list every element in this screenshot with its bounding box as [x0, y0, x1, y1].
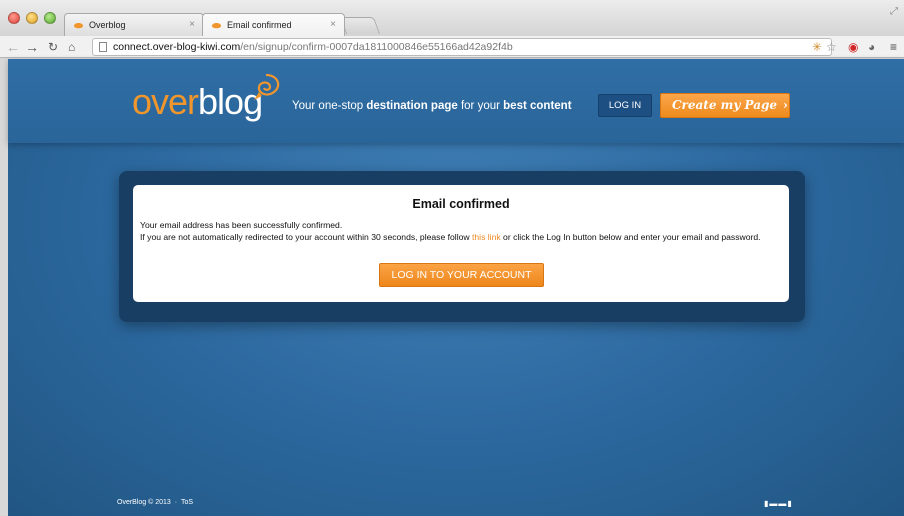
browser-titlebar: Overblog × Email confirmed × ⤢ — [0, 0, 904, 36]
url-host: connect.over-blog-kiwi.com — [113, 41, 241, 53]
redirect-link[interactable]: this link — [472, 232, 501, 242]
footer-separator: · — [174, 499, 178, 506]
create-my-page-button[interactable]: Create my Page › — [660, 93, 790, 118]
theme-swatch-icon[interactable]: ▮▬▬▮ — [764, 499, 793, 508]
confirmation-line-2b: or click the Log In button below and ent… — [500, 231, 761, 242]
copyright-text: OverBlog © 2013 — [117, 499, 171, 506]
tab-close-icon[interactable]: × — [330, 14, 336, 36]
confirmation-title: Email confirmed — [412, 197, 510, 211]
menu-icon[interactable]: ≡ — [890, 37, 897, 57]
address-bar[interactable]: connect.over-blog-kiwi.com/en/signup/con… — [92, 38, 832, 56]
site-header: overblog Your one-stop destination page … — [8, 59, 904, 143]
tab-label: Email confirmed — [227, 20, 292, 30]
browser-toolbar: ← → ↻ ⌂ connect.over-blog-kiwi.com/en/si… — [0, 36, 904, 58]
logo-swirl-icon — [254, 73, 280, 100]
tab-close-icon[interactable]: × — [189, 14, 195, 36]
back-arrow-icon[interactable]: ← — [6, 37, 20, 57]
confirmation-line-2a: If you are not automatically redirected … — [140, 231, 472, 242]
new-tab-button[interactable] — [339, 17, 381, 34]
page-document-icon — [99, 42, 107, 52]
overblog-logo[interactable]: overblog — [132, 81, 263, 123]
confirmation-message: Your email address has been successfully… — [140, 220, 780, 243]
site-tagline: Your one-stop destination page for your … — [292, 100, 572, 112]
tab-overblog[interactable]: Overblog × — [64, 13, 204, 36]
extension-blocked-icon[interactable]: ✳ — [812, 37, 822, 57]
fullscreen-icon[interactable]: ⤢ — [890, 6, 898, 17]
confirmation-panel: Email confirmed Your email address has b… — [133, 185, 789, 302]
overblog-favicon-icon — [74, 23, 83, 29]
home-icon[interactable]: ⌂ — [68, 37, 75, 57]
login-to-account-button[interactable]: LOG IN TO YOUR ACCOUNT — [379, 263, 544, 287]
tab-email-confirmed[interactable]: Email confirmed × — [202, 13, 345, 36]
opera-extension-icon[interactable]: ◉ — [848, 37, 858, 57]
forward-arrow-icon[interactable]: → — [25, 37, 39, 57]
tos-link[interactable]: ToS — [181, 499, 193, 506]
minimize-window-button[interactable] — [26, 12, 38, 24]
chevron-right-icon: › — [783, 98, 788, 112]
zoom-window-button[interactable] — [44, 12, 56, 24]
url-path: /en/signup/confirm-0007da1811000846e5516… — [240, 41, 513, 53]
bookmark-star-icon[interactable]: ☆ — [826, 37, 837, 57]
confirmation-line-1: Your email address has been successfully… — [140, 220, 343, 230]
close-window-button[interactable] — [8, 12, 20, 24]
footer-social-icons: ▮▬▬▮ — [764, 499, 793, 508]
page-content: overblog Your one-stop destination page … — [8, 59, 904, 516]
reload-icon[interactable]: ↻ — [48, 37, 58, 57]
footer: OverBlog © 2013 · ToS — [117, 499, 193, 506]
tab-label: Overblog — [89, 20, 126, 30]
overblog-favicon-icon — [212, 23, 221, 29]
extension-icon[interactable]: ◕ — [868, 37, 875, 57]
login-button[interactable]: LOG IN — [598, 94, 652, 117]
